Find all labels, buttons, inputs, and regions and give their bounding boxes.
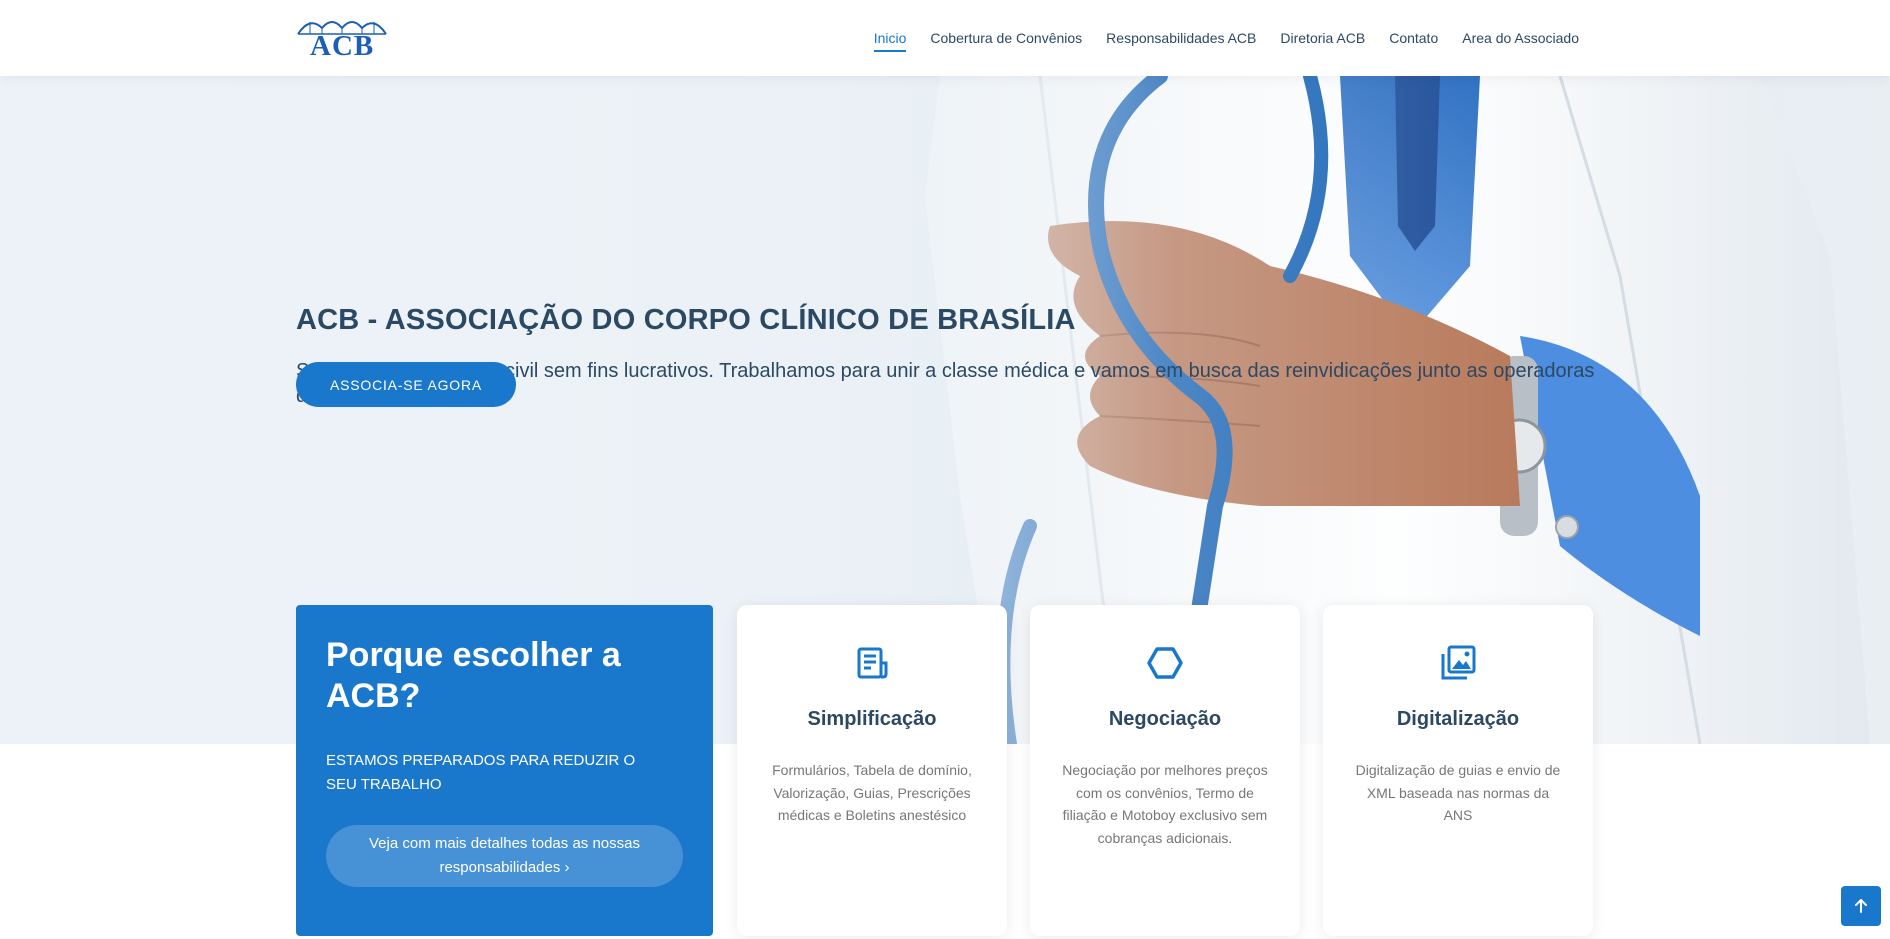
why-title: Porque escolher a ACB? bbox=[326, 636, 621, 715]
nav-inicio[interactable]: Inicio bbox=[862, 0, 919, 76]
nav-responsabilidades[interactable]: Responsabilidades ACB bbox=[1094, 0, 1268, 76]
card-text: Digitalização de guias e envio de XML ba… bbox=[1355, 762, 1561, 823]
back-to-top-button[interactable] bbox=[1841, 886, 1881, 926]
card-title: Simplificação bbox=[807, 708, 937, 730]
responsabilidades-details-button[interactable]: Veja com mais detalhes todas as nossas r… bbox=[326, 825, 683, 887]
nav-contato[interactable]: Contato bbox=[1377, 0, 1450, 76]
associa-se-button[interactable]: ASSOCIA-SE AGORA bbox=[296, 362, 516, 407]
card-title: Digitalização bbox=[1396, 708, 1520, 730]
card-text: Formulários, Tabela de domínio, Valoriza… bbox=[772, 762, 972, 823]
card-title: Negociação bbox=[1108, 708, 1222, 730]
receipt-icon bbox=[852, 643, 892, 683]
nav-diretoria[interactable]: Diretoria ACB bbox=[1268, 0, 1377, 76]
card-negociacao: Negociação Negociação por melhores preço… bbox=[1030, 605, 1300, 936]
hero-title: ACB - ASSOCIAÇÃO DO CORPO CLÍNICO DE BRA… bbox=[296, 304, 1076, 336]
card-text: Negociação por melhores preços com os co… bbox=[1062, 762, 1268, 846]
hexagon-icon bbox=[1145, 643, 1185, 683]
nav-area-associado[interactable]: Area do Associado bbox=[1450, 0, 1591, 76]
acb-logo[interactable]: ACB bbox=[296, 14, 388, 62]
card-simplificacao: Simplificação Formulários, Tabela de dom… bbox=[737, 605, 1007, 936]
why-text: ESTAMOS PREPARADOS PARA REDUZIR O SEU TR… bbox=[326, 752, 636, 793]
arrow-up-icon bbox=[1855, 899, 1867, 913]
card-digitalizacao: Digitalização Digitalização de guias e e… bbox=[1323, 605, 1593, 936]
nav-cobertura-convenios[interactable]: Cobertura de Convênios bbox=[918, 0, 1094, 76]
images-icon bbox=[1438, 643, 1478, 683]
why-choose-box: Porque escolher a ACB? ESTAMOS PREPARADO… bbox=[296, 605, 713, 936]
logo-text: ACB bbox=[310, 30, 375, 62]
main-nav: Inicio Cobertura de Convênios Responsabi… bbox=[862, 0, 1591, 76]
site-header: ACB Inicio Cobertura de Convênios Respon… bbox=[0, 0, 1890, 76]
